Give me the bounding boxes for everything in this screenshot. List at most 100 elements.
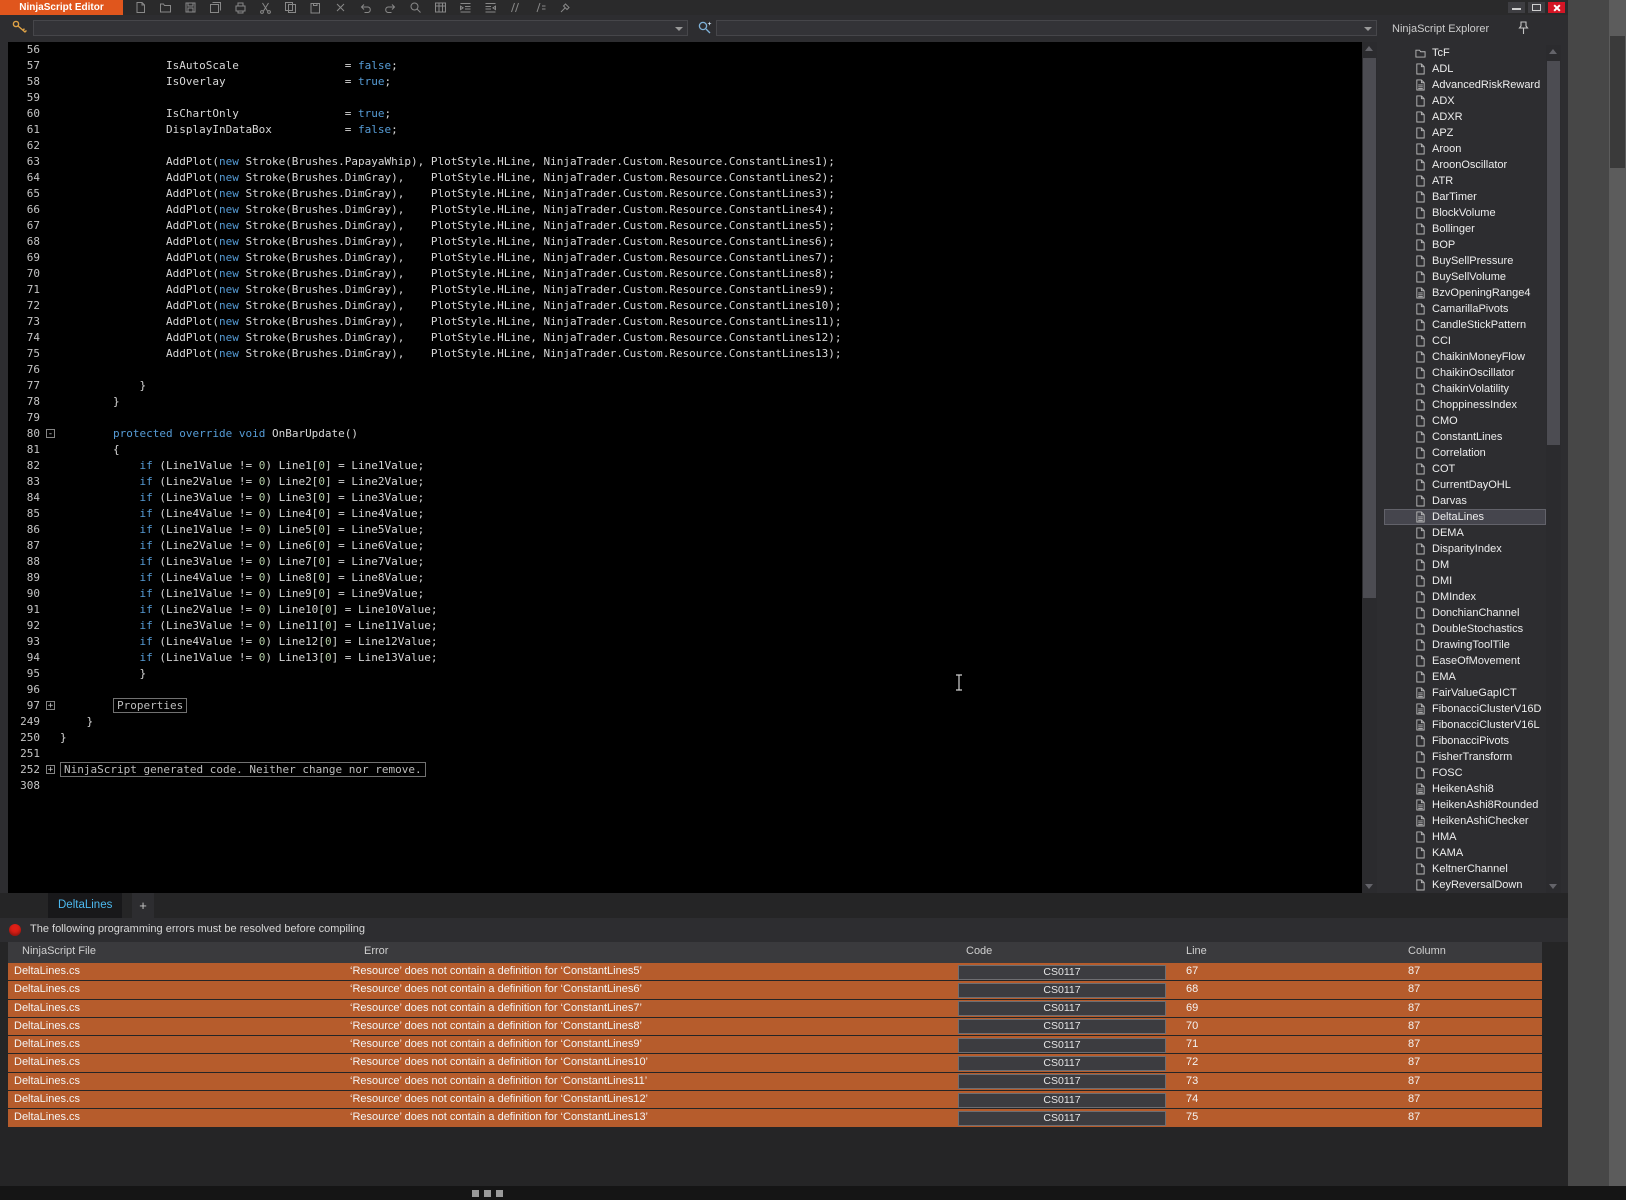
error-row[interactable]: DeltaLines.cs ‘Resource’ does not contain… bbox=[8, 999, 1542, 1017]
explorer-item-ConstantLines[interactable]: ConstantLines bbox=[1384, 429, 1546, 445]
explorer-item-AroonOscillator[interactable]: AroonOscillator bbox=[1384, 157, 1546, 173]
code-line-94[interactable]: 94 if (Line1Value != 0) Line13[0] = Line… bbox=[8, 650, 1362, 666]
code-line-65[interactable]: 65 AddPlot(new Stroke(Brushes.DimGray), … bbox=[8, 186, 1362, 202]
open-icon[interactable] bbox=[159, 1, 172, 14]
maximize-icon[interactable] bbox=[1528, 2, 1545, 13]
error-row[interactable]: DeltaLines.cs ‘Resource’ does not contain… bbox=[8, 1072, 1542, 1091]
minimize-icon[interactable] bbox=[1508, 2, 1525, 13]
code-line-61[interactable]: 61 DisplayInDataBox = false; bbox=[8, 122, 1362, 138]
explorer-item-AdvancedRiskReward[interactable]: AdvancedRiskReward bbox=[1384, 77, 1546, 93]
explorer-item-FibonacciPivots[interactable]: FibonacciPivots bbox=[1384, 733, 1546, 749]
error-row[interactable]: DeltaLines.cs ‘Resource’ does not contain… bbox=[8, 1036, 1542, 1054]
explorer-item-ChaikinMoneyFlow[interactable]: ChaikinMoneyFlow bbox=[1384, 349, 1546, 365]
code-line-60[interactable]: 60 IsChartOnly = true; bbox=[8, 106, 1362, 122]
tab-deltalines[interactable]: DeltaLines bbox=[48, 893, 123, 918]
compile-icon[interactable] bbox=[559, 1, 572, 14]
explorer-item-ADX[interactable]: ADX bbox=[1384, 93, 1546, 109]
explorer-item-DeltaLines[interactable]: DeltaLines bbox=[1384, 509, 1546, 525]
scroll-up-icon[interactable] bbox=[1549, 49, 1557, 54]
explorer-item-TcF[interactable]: TcF bbox=[1384, 45, 1546, 61]
explorer-item-CandleStickPattern[interactable]: CandleStickPattern bbox=[1384, 317, 1546, 333]
error-row[interactable]: DeltaLines.cs ‘Resource’ does not contain… bbox=[8, 963, 1542, 981]
error-row[interactable]: DeltaLines.cs ‘Resource’ does not contain… bbox=[8, 1109, 1542, 1127]
print-icon[interactable] bbox=[234, 1, 247, 14]
taskbar-icon[interactable] bbox=[496, 1190, 503, 1197]
editor-scrollbar[interactable] bbox=[1362, 42, 1377, 893]
save-all-icon[interactable] bbox=[209, 1, 222, 14]
code-line-74[interactable]: 74 AddPlot(new Stroke(Brushes.DimGray), … bbox=[8, 330, 1362, 346]
explorer-item-ADL[interactable]: ADL bbox=[1384, 61, 1546, 77]
code-line-57[interactable]: 57 IsAutoScale = false; bbox=[8, 58, 1362, 74]
scroll-down-icon[interactable] bbox=[1549, 884, 1557, 889]
code-line-308[interactable]: 308 bbox=[8, 778, 1362, 794]
explorer-item-CurrentDayOHL[interactable]: CurrentDayOHL bbox=[1384, 477, 1546, 493]
code-line-93[interactable]: 93 if (Line4Value != 0) Line12[0] = Line… bbox=[8, 634, 1362, 650]
error-row[interactable]: DeltaLines.cs ‘Resource’ does not contain… bbox=[8, 1017, 1542, 1036]
explorer-item-Aroon[interactable]: Aroon bbox=[1384, 141, 1546, 157]
taskbar-icon[interactable] bbox=[484, 1190, 491, 1197]
explorer-item-EMA[interactable]: EMA bbox=[1384, 669, 1546, 685]
desktop-scrollbar[interactable] bbox=[1609, 0, 1626, 1186]
explorer-item-ATR[interactable]: ATR bbox=[1384, 173, 1546, 189]
indent-icon[interactable] bbox=[459, 1, 472, 14]
desktop-scrollbar-thumb[interactable] bbox=[1610, 36, 1625, 168]
code-line-63[interactable]: 63 AddPlot(new Stroke(Brushes.PapayaWhip… bbox=[8, 154, 1362, 170]
chevron-down-icon[interactable] bbox=[675, 27, 683, 31]
save-icon[interactable] bbox=[184, 1, 197, 14]
code-line-70[interactable]: 70 AddPlot(new Stroke(Brushes.DimGray), … bbox=[8, 266, 1362, 282]
code-line-83[interactable]: 83 if (Line2Value != 0) Line2[0] = Line2… bbox=[8, 474, 1362, 490]
code-line-58[interactable]: 58 IsOverlay = true; bbox=[8, 74, 1362, 90]
redo-icon[interactable] bbox=[384, 1, 397, 14]
explorer-item-ChoppinessIndex[interactable]: ChoppinessIndex bbox=[1384, 397, 1546, 413]
explorer-item-FOSC[interactable]: FOSC bbox=[1384, 765, 1546, 781]
expand-fold-icon[interactable]: + bbox=[46, 765, 55, 775]
explorer-item-DMIndex[interactable]: DMIndex bbox=[1384, 589, 1546, 605]
code-line-73[interactable]: 73 AddPlot(new Stroke(Brushes.DimGray), … bbox=[8, 314, 1362, 330]
explorer-item-HMA[interactable]: HMA bbox=[1384, 829, 1546, 845]
copy-icon[interactable] bbox=[284, 1, 297, 14]
code-line-84[interactable]: 84 if (Line3Value != 0) Line3[0] = Line3… bbox=[8, 490, 1362, 506]
explorer-item-FibonacciClusterV16L[interactable]: FibonacciClusterV16L bbox=[1384, 717, 1546, 733]
explorer-item-BlockVolume[interactable]: BlockVolume bbox=[1384, 205, 1546, 221]
collapsed-region[interactable]: Properties bbox=[112, 698, 188, 713]
column-header-code[interactable]: Code bbox=[966, 945, 992, 957]
explorer-item-BuySellPressure[interactable]: BuySellPressure bbox=[1384, 253, 1546, 269]
code-line-78[interactable]: 78 } bbox=[8, 394, 1362, 410]
scroll-down-icon[interactable] bbox=[1365, 884, 1373, 889]
code-line-79[interactable]: 79 bbox=[8, 410, 1362, 426]
titlebar[interactable]: NinjaScript Editor bbox=[0, 0, 1568, 15]
code-line-72[interactable]: 72 AddPlot(new Stroke(Brushes.DimGray), … bbox=[8, 298, 1362, 314]
close-icon[interactable] bbox=[1548, 2, 1565, 13]
explorer-item-CMO[interactable]: CMO bbox=[1384, 413, 1546, 429]
code-line-87[interactable]: 87 if (Line2Value != 0) Line6[0] = Line6… bbox=[8, 538, 1362, 554]
code-line-85[interactable]: 85 if (Line4Value != 0) Line4[0] = Line4… bbox=[8, 506, 1362, 522]
member-dropdown[interactable] bbox=[716, 20, 1377, 36]
explorer-item-Bollinger[interactable]: Bollinger bbox=[1384, 221, 1546, 237]
code-line-80[interactable]: 80- protected override void OnBarUpdate(… bbox=[8, 426, 1362, 442]
code-editor[interactable]: 56 57 IsAutoScale = false; 58 IsOverlay = … bbox=[8, 42, 1362, 893]
editor-scrollbar-thumb[interactable] bbox=[1363, 58, 1376, 598]
code-line-96[interactable]: 96 bbox=[8, 682, 1362, 698]
explorer-item-FibonacciClusterV16D[interactable]: FibonacciClusterV16D bbox=[1384, 701, 1546, 717]
error-row[interactable]: DeltaLines.cs ‘Resource’ does not contain… bbox=[8, 1054, 1542, 1072]
explorer-item-CCI[interactable]: CCI bbox=[1384, 333, 1546, 349]
code-line-59[interactable]: 59 bbox=[8, 90, 1362, 106]
code-line-249[interactable]: 249 } bbox=[8, 714, 1362, 730]
code-line-62[interactable]: 62 bbox=[8, 138, 1362, 154]
explorer-item-ADXR[interactable]: ADXR bbox=[1384, 109, 1546, 125]
explorer-item-Darvas[interactable]: Darvas bbox=[1384, 493, 1546, 509]
find-icon[interactable] bbox=[409, 1, 422, 14]
pin-icon[interactable] bbox=[1518, 21, 1529, 35]
grid-icon[interactable] bbox=[434, 1, 447, 14]
explorer-item-APZ[interactable]: APZ bbox=[1384, 125, 1546, 141]
explorer-item-KeyReversalDown[interactable]: KeyReversalDown bbox=[1384, 877, 1546, 893]
code-line-92[interactable]: 92 if (Line3Value != 0) Line11[0] = Line… bbox=[8, 618, 1362, 634]
code-line-71[interactable]: 71 AddPlot(new Stroke(Brushes.DimGray), … bbox=[8, 282, 1362, 298]
paste-icon[interactable] bbox=[309, 1, 322, 14]
code-line-67[interactable]: 67 AddPlot(new Stroke(Brushes.DimGray), … bbox=[8, 218, 1362, 234]
explorer-item-ChaikinVolatility[interactable]: ChaikinVolatility bbox=[1384, 381, 1546, 397]
outdent-icon[interactable] bbox=[484, 1, 497, 14]
column-header-line[interactable]: Line bbox=[1186, 945, 1207, 957]
explorer-item-FisherTransform[interactable]: FisherTransform bbox=[1384, 749, 1546, 765]
code-line-95[interactable]: 95 } bbox=[8, 666, 1362, 682]
